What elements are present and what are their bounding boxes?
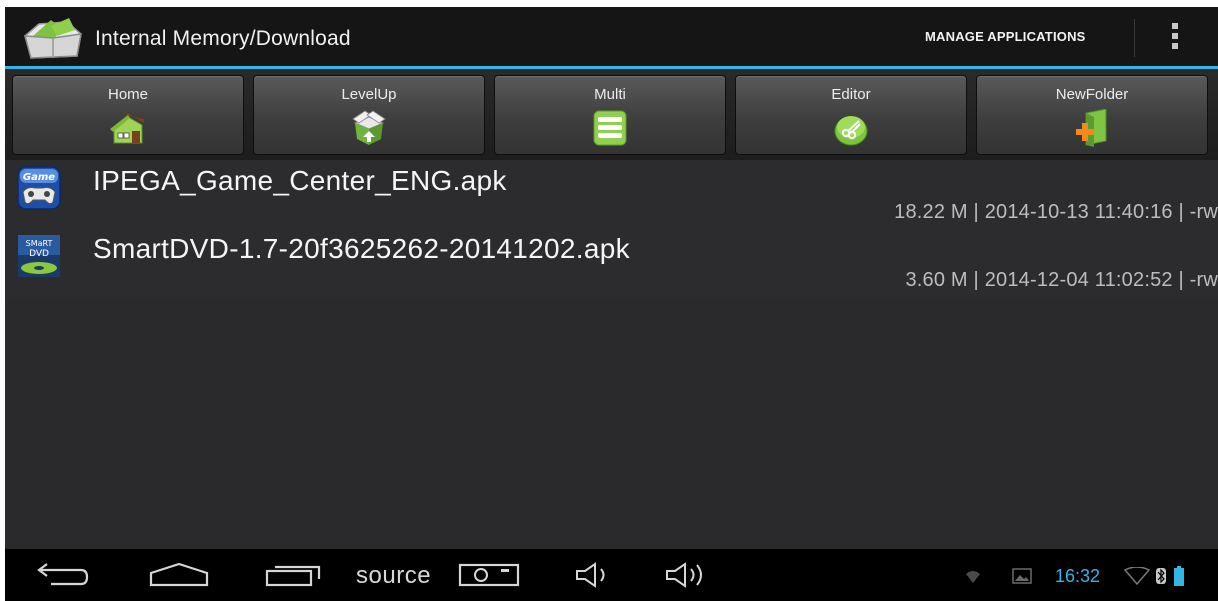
page-title: Internal Memory/Download [95, 27, 351, 50]
file-name: SmartDVD-1.7-20f3625262-20141202.apk [93, 233, 630, 264]
levelup-button[interactable]: LevelUp [253, 75, 485, 155]
overflow-menu-icon[interactable] [1163, 21, 1187, 55]
file-name: IPEGA_Game_Center_ENG.apk [93, 165, 507, 196]
app-screen: Internal Memory/Download MANAGE APPLICAT… [5, 7, 1218, 601]
recents-icon[interactable] [263, 561, 323, 589]
file-meta: 3.60 M | 2014-12-04 11:02:52 | -rw [905, 269, 1218, 291]
newfolder-button[interactable]: NewFolder [976, 75, 1208, 155]
list-empty-area [5, 297, 1218, 549]
manage-applications-button[interactable]: MANAGE APPLICATIONS [925, 29, 1086, 44]
new-folder-icon [1076, 109, 1107, 147]
file-meta: 18.22 M | 2014-10-13 11:40:16 | -rw [894, 201, 1218, 223]
editor-button[interactable]: Editor [735, 75, 967, 155]
back-icon[interactable] [35, 561, 91, 589]
editor-button-label: Editor [831, 86, 871, 103]
home-icon [110, 113, 144, 144]
game-center-icon: Game [17, 166, 61, 210]
multi-button[interactable]: Multi [494, 75, 726, 155]
gallery-icon [1012, 568, 1032, 584]
svg-text:Game: Game [23, 172, 55, 183]
clock: 16:32 [1055, 566, 1101, 586]
home-button[interactable]: Home [12, 75, 244, 155]
svg-text:DVD: DVD [29, 249, 49, 259]
source-button[interactable]: source [356, 562, 431, 590]
screenshot-icon[interactable] [457, 561, 521, 589]
level-up-icon [352, 110, 386, 145]
home-button-label: Home [107, 86, 148, 103]
svg-text:SMaRT: SMaRT [26, 239, 53, 248]
toolbar: Home LevelUp Multi Editor NewFolder [5, 69, 1218, 160]
editor-icon [834, 116, 868, 146]
battery-icon [1174, 566, 1184, 586]
volume-down-icon[interactable] [573, 561, 617, 589]
levelup-button-label: LevelUp [341, 86, 397, 103]
smart-dvd-icon: SMaRT DVD [18, 235, 60, 277]
system-nav-bar: source 16:32 [5, 549, 1218, 601]
signal-icon [1123, 567, 1151, 585]
list-item[interactable]: Game IPEGA_Game_Center_ENG.apk 18.22 M |… [5, 161, 1218, 226]
list-item[interactable]: SMaRT DVD SmartDVD-1.7-20f3625262-201412… [5, 229, 1218, 294]
multi-button-label: Multi [594, 86, 626, 103]
newfolder-button-label: NewFolder [1055, 86, 1129, 103]
volume-up-icon[interactable] [663, 561, 713, 589]
bluetooth-icon [1156, 568, 1166, 584]
action-divider [1134, 19, 1135, 57]
file-manager-icon[interactable] [21, 14, 85, 62]
multi-select-icon [593, 110, 627, 146]
wifi-icon [966, 571, 980, 583]
home-nav-icon[interactable] [147, 561, 211, 589]
action-bar: Internal Memory/Download MANAGE APPLICAT… [5, 7, 1218, 69]
